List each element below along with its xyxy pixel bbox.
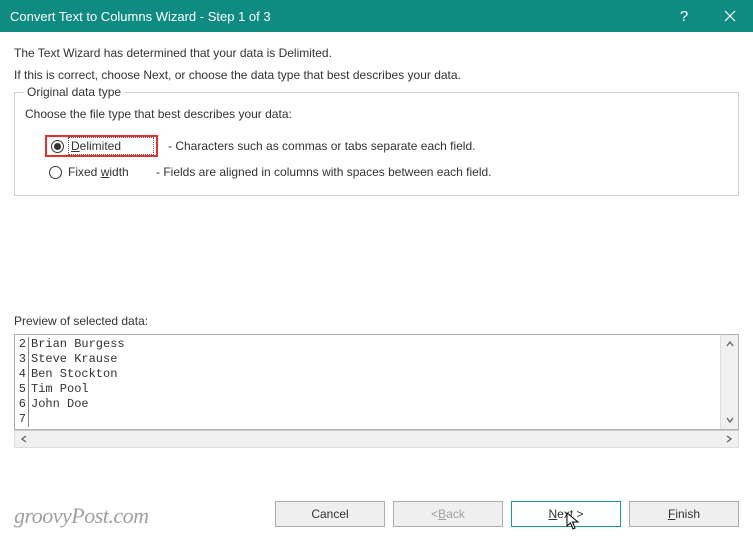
radio-fixedwidth[interactable] — [49, 166, 62, 179]
preview-box: 2Brian Burgess 3Steve Krause 4Ben Stockt… — [14, 334, 739, 430]
window-title: Convert Text to Columns Wizard - Step 1 … — [10, 9, 661, 24]
watermark: groovyPost.com — [14, 503, 149, 529]
radio-delimited-row[interactable]: Delimited - Characters such as commas or… — [25, 131, 728, 161]
row-value: John Doe — [29, 397, 89, 412]
dialog-content: The Text Wizard has determined that your… — [0, 32, 753, 458]
scroll-right-icon[interactable] — [720, 430, 738, 448]
scroll-up-icon[interactable] — [721, 335, 739, 353]
radio-delimited-label: Delimited — [70, 139, 152, 153]
close-icon — [724, 10, 736, 22]
button-row: Cancel < Back Next > Finish — [275, 501, 739, 527]
radio-delimited-desc: - Characters such as commas or tabs sepa… — [168, 139, 475, 153]
help-button[interactable]: ? — [661, 0, 707, 32]
table-row: 5Tim Pool — [15, 382, 720, 397]
row-num: 6 — [15, 397, 29, 412]
intro-text-2: If this is correct, choose Next, or choo… — [14, 68, 739, 82]
vertical-scrollbar[interactable] — [720, 335, 738, 429]
row-value: Tim Pool — [29, 382, 89, 397]
radio-fixedwidth-desc: - Fields are aligned in columns with spa… — [156, 165, 492, 179]
fieldset-legend: Original data type — [23, 85, 125, 99]
highlight-annotation: Delimited — [45, 135, 158, 157]
preview-label: Preview of selected data: — [14, 314, 739, 328]
preview-section: Preview of selected data: 2Brian Burgess… — [14, 314, 739, 448]
row-value — [29, 412, 31, 427]
row-num: 2 — [15, 337, 29, 352]
scroll-left-icon[interactable] — [15, 430, 33, 448]
table-row: 7 — [15, 412, 720, 427]
radio-delimited[interactable] — [51, 140, 64, 153]
row-num: 4 — [15, 367, 29, 382]
scroll-down-icon[interactable] — [721, 411, 739, 429]
cancel-button[interactable]: Cancel — [275, 501, 385, 527]
radio-fixedwidth-label: Fixed width — [68, 165, 150, 179]
original-data-type-group: Original data type Choose the file type … — [14, 92, 739, 196]
horizontal-scrollbar[interactable] — [14, 430, 739, 448]
table-row: 2Brian Burgess — [15, 337, 720, 352]
titlebar: Convert Text to Columns Wizard - Step 1 … — [0, 0, 753, 32]
finish-button[interactable]: Finish — [629, 501, 739, 527]
preview-data: 2Brian Burgess 3Steve Krause 4Ben Stockt… — [15, 335, 720, 429]
fieldset-prompt: Choose the file type that best describes… — [25, 107, 728, 121]
table-row: 4Ben Stockton — [15, 367, 720, 382]
row-value: Steve Krause — [29, 352, 117, 367]
row-num: 7 — [15, 412, 29, 427]
help-icon: ? — [680, 8, 688, 25]
row-value: Brian Burgess — [29, 337, 125, 352]
table-row: 3Steve Krause — [15, 352, 720, 367]
radio-fixedwidth-row[interactable]: Fixed width - Fields are aligned in colu… — [25, 161, 728, 183]
close-button[interactable] — [707, 0, 753, 32]
row-num: 3 — [15, 352, 29, 367]
next-button[interactable]: Next > — [511, 501, 621, 527]
row-value: Ben Stockton — [29, 367, 117, 382]
back-button: < Back — [393, 501, 503, 527]
intro-text-1: The Text Wizard has determined that your… — [14, 46, 739, 60]
table-row: 6John Doe — [15, 397, 720, 412]
row-num: 5 — [15, 382, 29, 397]
